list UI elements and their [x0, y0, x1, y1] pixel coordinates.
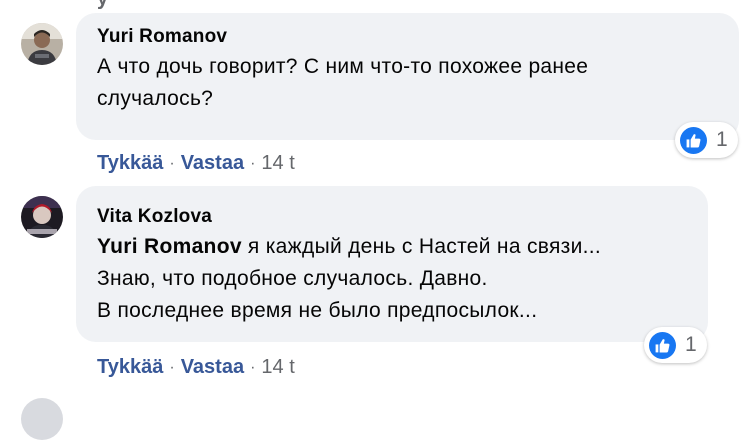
like-button[interactable]: Tykkää	[97, 356, 163, 379]
reply-button[interactable]: Vastaa	[181, 356, 244, 379]
comment-author[interactable]: Vita Kozlova	[97, 205, 686, 229]
previous-comment-actions-cutoff: y	[97, 0, 108, 11]
comment-timestamp[interactable]: 14 t	[261, 152, 294, 175]
comment-line-text: я каждый день с Настей на связи...	[241, 235, 602, 258]
like-icon	[649, 331, 676, 359]
mention-link[interactable]: Yuri Romanov	[97, 235, 242, 258]
comment-bubble: Vita Kozlova Yuri Romanov я каждый день …	[76, 186, 708, 342]
reply-button[interactable]: Vastaa	[181, 152, 244, 175]
reaction-summary[interactable]: 1	[644, 327, 707, 363]
comment-author[interactable]: Yuri Romanov	[97, 25, 717, 49]
like-icon	[680, 126, 707, 154]
comment-text: А что дочь говорит? С ним что-то похожее…	[97, 51, 717, 115]
comment-actions: Tykkää · Vastaa · 14 t	[97, 152, 295, 175]
comment-bubble: Yuri Romanov А что дочь говорит? С ним ч…	[76, 13, 739, 140]
comment-line: В последнее время не было предпосылок...	[97, 299, 538, 322]
reaction-count: 1	[685, 333, 697, 356]
separator: ·	[169, 358, 175, 376]
comment-line: А что дочь говорит? С ним что-то похожее…	[97, 55, 589, 78]
avatar[interactable]	[21, 196, 63, 238]
comment-line: Знаю, что подобное случалось. Давно.	[97, 267, 488, 290]
like-button[interactable]: Tykkää	[97, 152, 163, 175]
separator: ·	[250, 154, 256, 172]
comment-actions: Tykkää · Vastaa · 14 t	[97, 356, 295, 379]
comment-line: случалось?	[97, 87, 214, 110]
next-comment-avatar-cutoff	[21, 398, 63, 440]
comment-text: Yuri Romanov я каждый день с Настей на с…	[97, 231, 686, 327]
reaction-count: 1	[716, 128, 728, 151]
avatar[interactable]	[21, 23, 63, 65]
comment-timestamp[interactable]: 14 t	[261, 356, 294, 379]
comment-line: Yuri Romanov я каждый день с Настей на с…	[97, 231, 686, 263]
reaction-summary[interactable]: 1	[675, 122, 738, 158]
separator: ·	[169, 154, 175, 172]
separator: ·	[250, 358, 256, 376]
